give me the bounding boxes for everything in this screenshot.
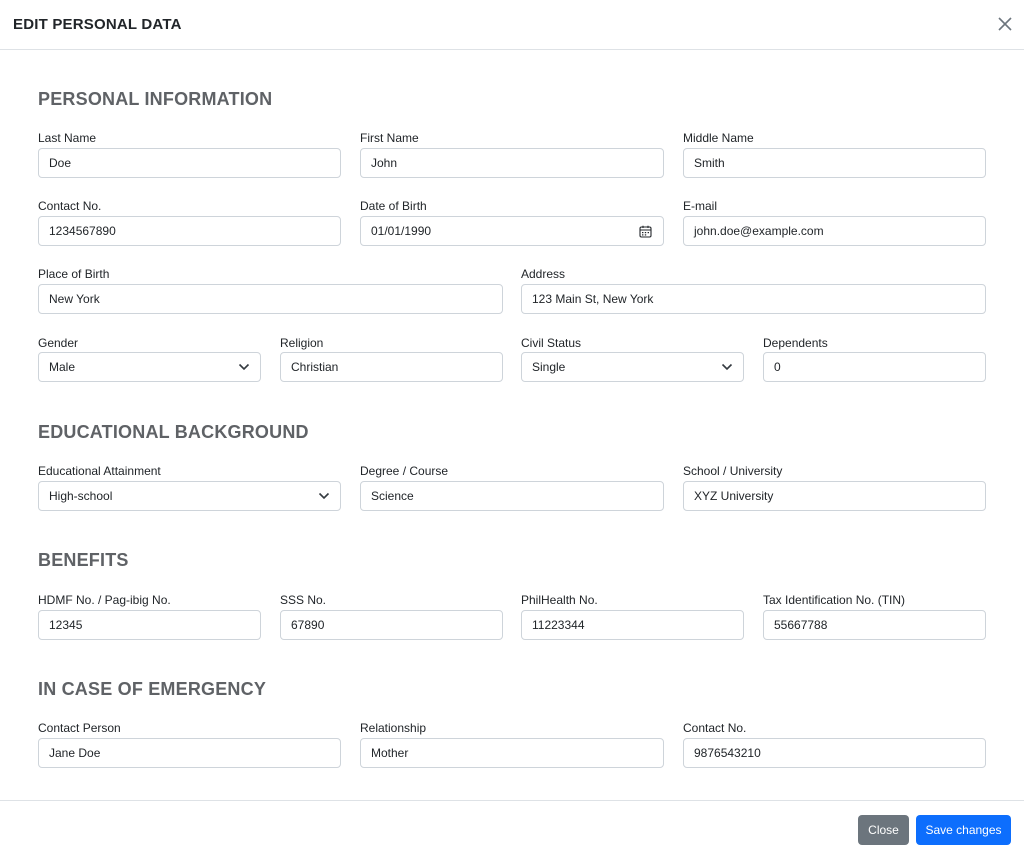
middle-name-input[interactable]: Smith bbox=[683, 148, 986, 178]
close-button[interactable]: Close bbox=[858, 815, 909, 845]
educational-attainment-select[interactable]: High-school bbox=[38, 481, 341, 511]
gender-label: Gender bbox=[38, 336, 79, 350]
school-university-input[interactable]: XYZ University bbox=[683, 481, 986, 511]
civil-status-select[interactable]: Single bbox=[521, 352, 744, 382]
degree-course-label: Degree / Course bbox=[360, 464, 449, 478]
first-name-input[interactable]: John bbox=[360, 148, 664, 178]
email-input[interactable]: john.doe@example.com bbox=[683, 216, 986, 246]
modal-header: EDIT PERSONAL DATA bbox=[0, 0, 1024, 50]
sss-label: SSS No. bbox=[280, 593, 327, 607]
save-changes-button[interactable]: Save changes bbox=[916, 815, 1011, 845]
chevron-down-icon bbox=[238, 363, 250, 371]
tin-label: Tax Identification No. (TIN) bbox=[763, 593, 906, 607]
relationship-input[interactable]: Mother bbox=[360, 738, 664, 768]
first-name-label: First Name bbox=[360, 131, 419, 145]
hdmf-label: HDMF No. / Pag-ibig No. bbox=[38, 593, 171, 607]
dependents-input[interactable]: 0 bbox=[763, 352, 986, 382]
close-icon[interactable] bbox=[995, 14, 1015, 34]
dob-input[interactable]: 01/01/1990 bbox=[360, 216, 664, 246]
last-name-label: Last Name bbox=[38, 131, 97, 145]
email-label: E-mail bbox=[683, 199, 718, 213]
place-of-birth-input[interactable]: New York bbox=[38, 284, 503, 314]
religion-input[interactable]: Christian bbox=[280, 352, 503, 382]
contact-no-label: Contact No. bbox=[38, 199, 102, 213]
degree-course-input[interactable]: Science bbox=[360, 481, 664, 511]
dependents-label: Dependents bbox=[763, 336, 828, 350]
gender-select[interactable]: Male bbox=[38, 352, 261, 382]
place-of-birth-label: Place of Birth bbox=[38, 267, 110, 281]
emergency-contact-no-label: Contact No. bbox=[683, 721, 747, 735]
contact-person-input[interactable]: Jane Doe bbox=[38, 738, 341, 768]
school-university-label: School / University bbox=[683, 464, 783, 478]
modal-title: EDIT PERSONAL DATA bbox=[13, 16, 182, 33]
philhealth-label: PhilHealth No. bbox=[521, 593, 598, 607]
emergency-contact-no-input[interactable]: 9876543210 bbox=[683, 738, 986, 768]
chevron-down-icon bbox=[318, 492, 330, 500]
address-input[interactable]: 123 Main St, New York bbox=[521, 284, 986, 314]
dob-label: Date of Birth bbox=[360, 199, 427, 213]
section-title-benefits: BENEFITS bbox=[38, 550, 129, 570]
section-title-personal: PERSONAL INFORMATION bbox=[38, 89, 273, 109]
section-title-emergency: IN CASE OF EMERGENCY bbox=[38, 679, 267, 699]
last-name-input[interactable]: Doe bbox=[38, 148, 341, 178]
address-label: Address bbox=[521, 267, 566, 281]
philhealth-input[interactable]: 11223344 bbox=[521, 610, 744, 640]
modal-footer: Close Save changes bbox=[0, 800, 1024, 857]
contact-no-input[interactable]: 1234567890 bbox=[38, 216, 341, 246]
sss-input[interactable]: 67890 bbox=[280, 610, 503, 640]
calendar-icon[interactable] bbox=[639, 225, 652, 238]
tin-input[interactable]: 55667788 bbox=[763, 610, 986, 640]
middle-name-label: Middle Name bbox=[683, 131, 754, 145]
civil-status-label: Civil Status bbox=[521, 336, 582, 350]
contact-person-label: Contact Person bbox=[38, 721, 121, 735]
chevron-down-icon bbox=[721, 363, 733, 371]
relationship-label: Relationship bbox=[360, 721, 427, 735]
educational-attainment-label: Educational Attainment bbox=[38, 464, 161, 478]
hdmf-input[interactable]: 12345 bbox=[38, 610, 261, 640]
section-title-education: EDUCATIONAL BACKGROUND bbox=[38, 422, 309, 442]
religion-label: Religion bbox=[280, 336, 324, 350]
